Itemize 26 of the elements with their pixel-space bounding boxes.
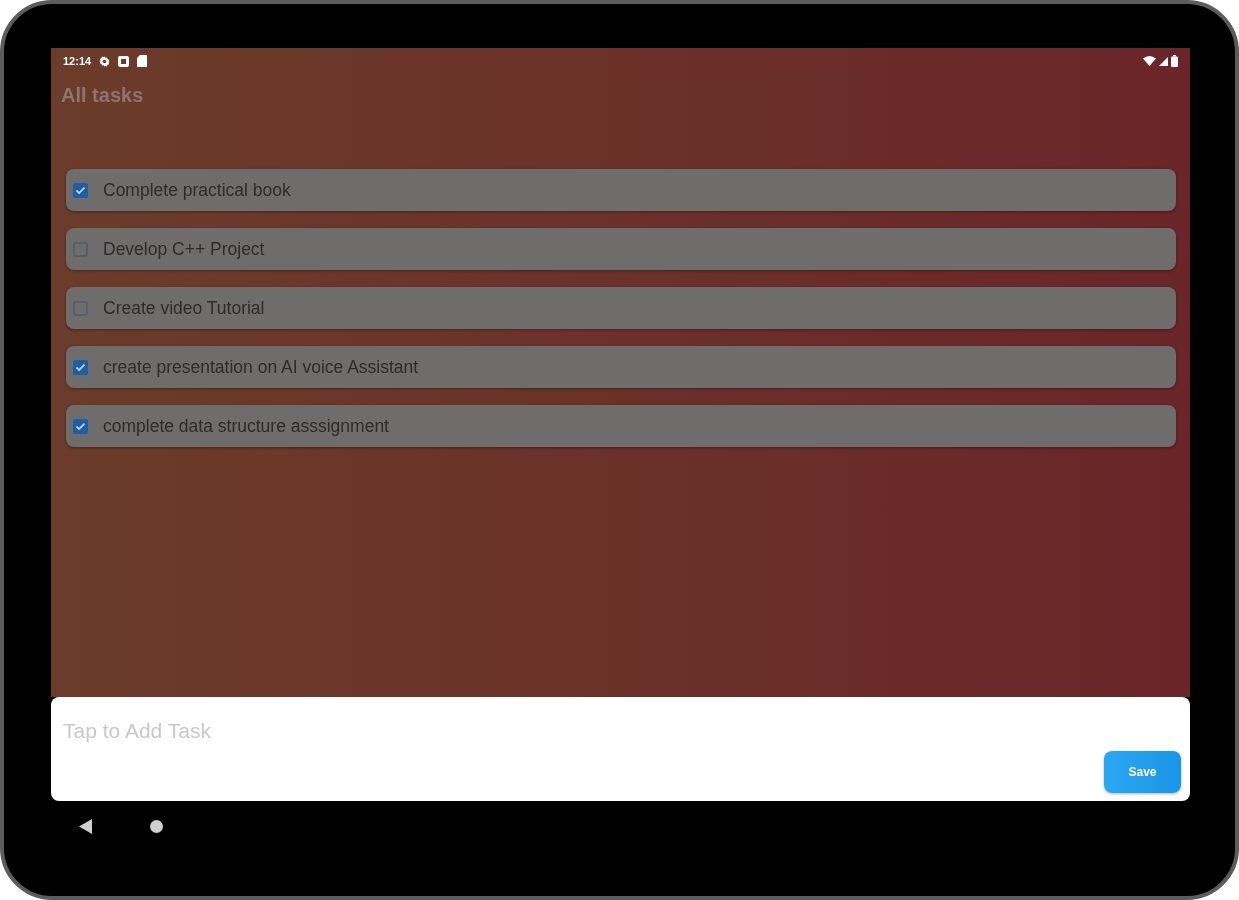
checked-checkbox-icon[interactable] <box>73 182 88 198</box>
page-title: All tasks <box>61 84 144 106</box>
task-card[interactable]: Create video Tutorial <box>66 287 1176 329</box>
checkbox-icon[interactable] <box>73 241 88 257</box>
wifi-icon <box>1143 56 1156 66</box>
status-time: 12:14 <box>63 55 92 67</box>
task-card[interactable]: Develop C++ Project <box>66 228 1176 270</box>
task-card[interactable]: complete data structure asssignment <box>66 405 1176 447</box>
gear-icon <box>99 55 111 67</box>
task-card[interactable]: create presentation on AI voice Assistant <box>66 346 1176 388</box>
square-notification-icon <box>118 55 130 67</box>
signal-icon <box>1159 56 1168 66</box>
checkbox-icon[interactable] <box>73 300 88 316</box>
checked-checkbox-icon[interactable] <box>73 359 88 375</box>
back-icon[interactable] <box>79 819 92 834</box>
battery-icon <box>1171 55 1178 67</box>
save-button[interactable]: Save <box>1104 751 1181 793</box>
home-icon[interactable] <box>150 820 163 833</box>
task-label: Develop C++ Project <box>103 237 265 261</box>
task-label: Complete practical book <box>103 178 291 202</box>
checked-checkbox-icon[interactable] <box>73 418 88 434</box>
task-label: complete data structure asssignment <box>103 414 389 438</box>
task-label: create presentation on AI voice Assistant <box>103 355 419 379</box>
sd-card-icon <box>137 55 148 67</box>
task-card[interactable]: Complete practical book <box>66 169 1176 211</box>
task-label: Create video Tutorial <box>103 296 265 320</box>
